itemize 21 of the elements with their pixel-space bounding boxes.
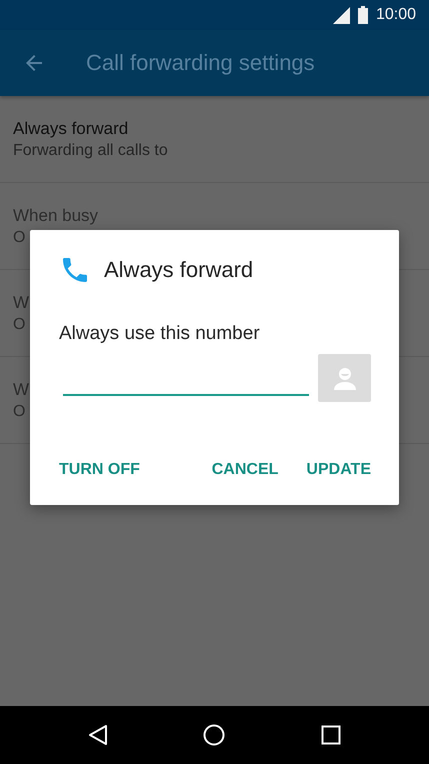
field-label: Always use this number (59, 323, 261, 345)
item-title: W (13, 292, 30, 312)
recents-square-icon[interactable] (321, 725, 342, 745)
person-icon (332, 365, 358, 391)
clock-time: 10:00 (376, 6, 416, 24)
dialog-button[interactable]: UPDATE (306, 457, 371, 483)
item-title: When busy (13, 206, 98, 226)
signal-icon (332, 6, 350, 24)
item-summary: O (13, 402, 26, 420)
dialog-button[interactable]: TURN OFF (59, 457, 140, 483)
screen-title: Call forwarding settings (86, 50, 315, 76)
item-summary: Forwarding all calls to (13, 142, 168, 160)
back-triangle-icon[interactable] (88, 724, 108, 746)
item-title: W (13, 380, 30, 400)
battery-icon (358, 6, 368, 24)
item-summary: O (13, 228, 26, 246)
settings-item[interactable]: Always forward Forwarding all calls to (0, 96, 429, 183)
item-title: Always forward (13, 118, 128, 138)
dialog-button[interactable]: CANCEL (212, 457, 278, 483)
item-summary: O (13, 316, 26, 334)
home-circle-icon[interactable] (203, 724, 226, 746)
